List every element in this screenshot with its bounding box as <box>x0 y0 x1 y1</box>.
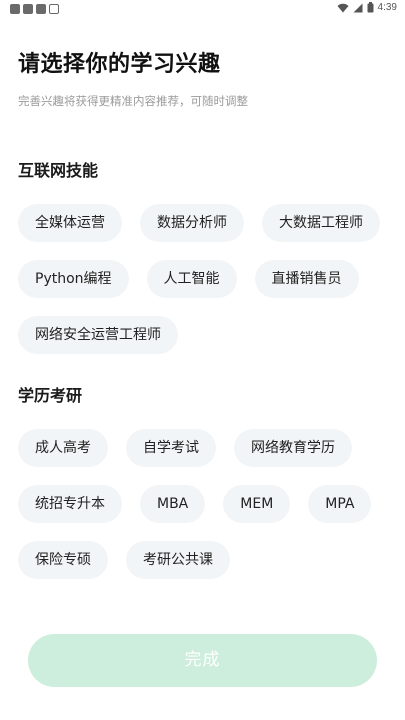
interest-tag[interactable]: 人工智能 <box>146 260 237 298</box>
section-internet-skills: 互联网技能 全媒体运营 数据分析师 大数据工程师 Python编程 人工智能 直… <box>0 159 405 354</box>
bottom-bar: 完成 <box>0 630 405 720</box>
section-title: 互联网技能 <box>18 161 99 180</box>
interest-list[interactable]: 互联网技能 全媒体运营 数据分析师 大数据工程师 Python编程 人工智能 直… <box>0 150 405 635</box>
interest-tag[interactable]: 统招专升本 <box>18 485 122 523</box>
page-title: 请选择你的学习兴趣 <box>18 52 221 77</box>
notification-icon <box>36 4 46 14</box>
interest-tag[interactable]: MPA <box>308 485 372 523</box>
signal-icon <box>353 3 363 12</box>
interest-tag[interactable]: MBA <box>140 485 206 523</box>
text-notification-icon <box>49 4 59 14</box>
tag-group: 全媒体运营 数据分析师 大数据工程师 Python编程 人工智能 直播销售员 网… <box>18 204 389 354</box>
interest-tag[interactable]: 成人高考 <box>18 429 108 467</box>
notification-icon <box>10 4 20 14</box>
interest-tag[interactable]: 全媒体运营 <box>18 204 122 242</box>
interest-tag[interactable]: 自学考试 <box>126 429 216 467</box>
interest-tag[interactable]: Python编程 <box>18 260 129 298</box>
interest-tag[interactable]: 数据分析师 <box>140 204 244 242</box>
status-time: 4:39 <box>377 2 397 13</box>
interest-tag[interactable]: 网络教育学历 <box>234 429 352 467</box>
interest-tag[interactable]: 大数据工程师 <box>262 204 380 242</box>
page-subtitle: 完善兴趣将获得更精准内容推荐，可随时调整 <box>18 94 248 108</box>
battery-icon <box>367 2 374 13</box>
interest-tag[interactable]: 网络安全运营工程师 <box>18 316 178 354</box>
section-title: 学历考研 <box>18 386 83 405</box>
interest-tag[interactable]: 直播销售员 <box>254 260 359 298</box>
section-degree-exams: 学历考研 成人高考 自学考试 网络教育学历 统招专升本 MBA MEM MPA … <box>0 384 405 579</box>
interest-tag[interactable]: 保险专硕 <box>18 541 108 579</box>
tag-group: 成人高考 自学考试 网络教育学历 统招专升本 MBA MEM MPA 保险专硕 … <box>18 429 389 579</box>
notification-icons <box>10 4 59 14</box>
wifi-icon <box>337 3 349 12</box>
interest-tag[interactable]: MEM <box>223 485 291 523</box>
status-bar: 4:39 <box>0 0 405 18</box>
system-icons: 4:39 <box>337 2 397 13</box>
notification-icon <box>23 4 33 14</box>
done-button[interactable]: 完成 <box>28 634 377 687</box>
interest-tag[interactable]: 考研公共课 <box>126 541 230 579</box>
